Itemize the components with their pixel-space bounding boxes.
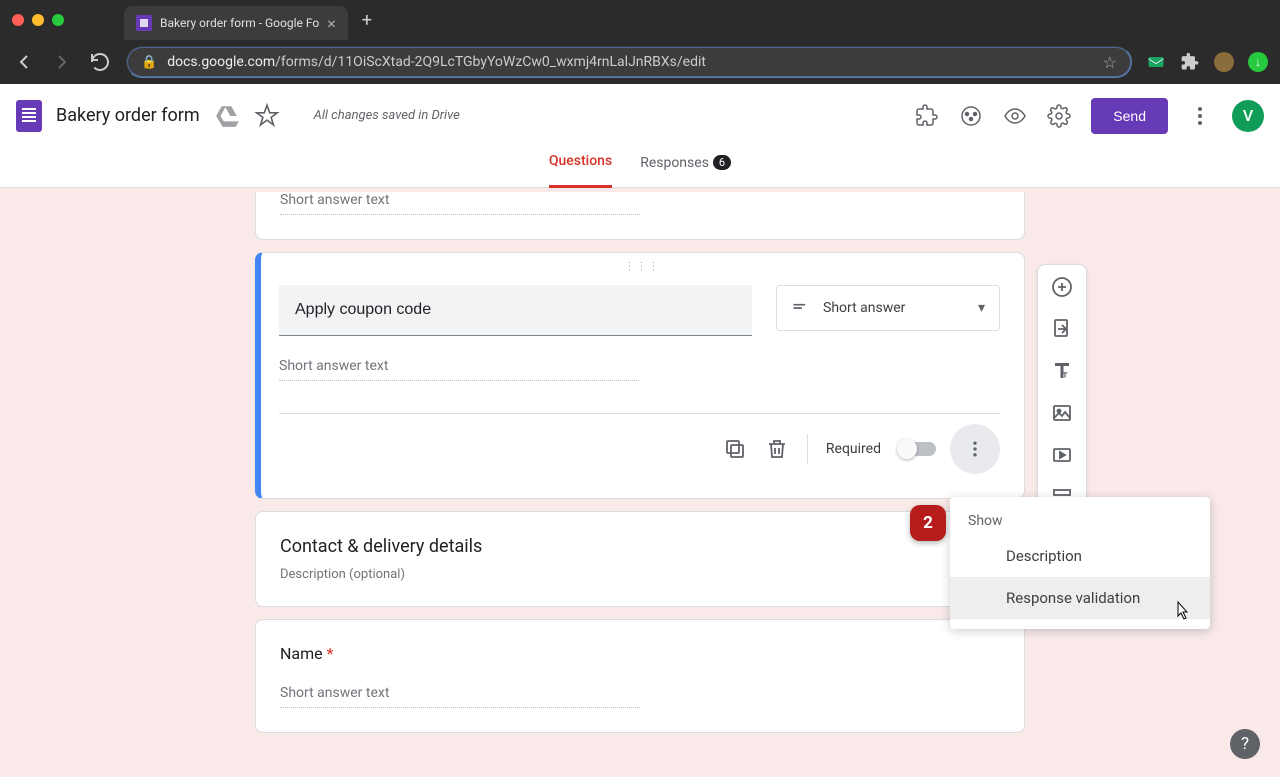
app-header: Bakery order form All changes saved in D… bbox=[0, 84, 1280, 148]
back-button[interactable] bbox=[12, 50, 36, 74]
tab-responses[interactable]: Responses 6 bbox=[640, 148, 731, 188]
bookmark-star-icon[interactable]: ☆ bbox=[1103, 53, 1117, 72]
short-answer-placeholder: Short answer text bbox=[280, 192, 640, 215]
tab-responses-label: Responses bbox=[640, 155, 709, 171]
minimize-window-icon[interactable] bbox=[32, 14, 44, 26]
question-card-active[interactable]: ⋮⋮⋮ Short answer ▾ Short answer text Req… bbox=[255, 252, 1025, 499]
import-questions-icon[interactable] bbox=[1050, 317, 1074, 341]
menu-item-response-validation[interactable]: Response validation bbox=[950, 577, 1210, 619]
cursor-icon bbox=[1173, 600, 1191, 627]
section-description[interactable]: Description (optional) bbox=[280, 567, 1000, 582]
settings-icon[interactable] bbox=[1047, 104, 1071, 128]
lock-icon: 🔒 bbox=[141, 55, 157, 70]
new-tab-button[interactable]: + bbox=[362, 10, 372, 31]
question-type-dropdown[interactable]: Short answer ▾ bbox=[776, 285, 1000, 331]
send-button[interactable]: Send bbox=[1091, 98, 1168, 134]
form-title[interactable]: Bakery order form bbox=[56, 105, 200, 126]
question-title-input[interactable] bbox=[279, 285, 752, 336]
question-label: Name* bbox=[280, 644, 1000, 663]
browser-tab[interactable]: Bakery order form - Google Fo × bbox=[124, 6, 348, 40]
tab-bar: Bakery order form - Google Fo × + bbox=[0, 0, 1280, 40]
question-options-menu: Show Description Response validation bbox=[950, 497, 1210, 629]
drag-handle-icon[interactable]: ⋮⋮⋮ bbox=[625, 261, 661, 272]
move-to-drive-icon[interactable] bbox=[214, 103, 240, 129]
delete-icon[interactable] bbox=[765, 437, 789, 461]
extension-icons: ↓ bbox=[1146, 52, 1268, 72]
browser-chrome: Bakery order form - Google Fo × + 🔒 docs… bbox=[0, 0, 1280, 84]
more-menu-icon[interactable] bbox=[1188, 104, 1212, 128]
required-toggle[interactable] bbox=[899, 442, 936, 456]
maximize-window-icon[interactable] bbox=[52, 14, 64, 26]
favicon-icon bbox=[136, 15, 152, 31]
required-label: Required bbox=[826, 441, 881, 457]
address-bar-row: 🔒 docs.google.com/forms/d/11OiScXtad-2Q9… bbox=[0, 40, 1280, 84]
download-extension-icon[interactable]: ↓ bbox=[1248, 52, 1268, 72]
save-status: All changes saved in Drive bbox=[314, 108, 460, 123]
help-button[interactable]: ? bbox=[1230, 729, 1260, 759]
menu-section-label: Show bbox=[950, 507, 1210, 535]
short-answer-placeholder: Short answer text bbox=[280, 685, 640, 708]
tab-title: Bakery order form - Google Fo bbox=[160, 16, 319, 30]
question-type-label: Short answer bbox=[823, 300, 905, 316]
question-more-button[interactable] bbox=[950, 424, 1000, 474]
profile-extension-icon[interactable] bbox=[1214, 52, 1234, 72]
close-tab-icon[interactable]: × bbox=[327, 14, 336, 33]
response-count-badge: 6 bbox=[713, 155, 731, 170]
address-bar[interactable]: 🔒 docs.google.com/forms/d/11OiScXtad-2Q9… bbox=[126, 46, 1132, 78]
reload-button[interactable] bbox=[88, 50, 112, 74]
menu-item-description[interactable]: Description bbox=[950, 535, 1210, 577]
question-card-previous[interactable]: Short answer text bbox=[255, 192, 1025, 240]
divider bbox=[807, 434, 808, 464]
mail-extension-icon[interactable] bbox=[1146, 52, 1166, 72]
duplicate-icon[interactable] bbox=[723, 437, 747, 461]
add-question-icon[interactable] bbox=[1050, 275, 1074, 299]
preview-icon[interactable] bbox=[1003, 104, 1027, 128]
add-title-icon[interactable] bbox=[1050, 359, 1074, 383]
annotation-badge: 2 bbox=[910, 505, 946, 541]
add-video-icon[interactable] bbox=[1050, 443, 1074, 467]
puzzle-extension-icon[interactable] bbox=[1180, 52, 1200, 72]
section-title[interactable]: Contact & delivery details bbox=[280, 536, 1000, 557]
url-text: docs.google.com/forms/d/11OiScXtad-2Q9Lc… bbox=[167, 54, 1092, 70]
add-image-icon[interactable] bbox=[1050, 401, 1074, 425]
dropdown-arrow-icon: ▾ bbox=[978, 300, 985, 316]
form-canvas: Short answer text ⋮⋮⋮ Short answer ▾ Sho… bbox=[0, 188, 1280, 745]
forward-button[interactable] bbox=[50, 50, 74, 74]
short-answer-placeholder: Short answer text bbox=[279, 358, 639, 381]
addons-icon[interactable] bbox=[915, 104, 939, 128]
account-avatar[interactable]: V bbox=[1232, 100, 1264, 132]
tab-questions[interactable]: Questions bbox=[549, 148, 612, 188]
question-card-name[interactable]: Name* Short answer text bbox=[255, 619, 1025, 733]
window-controls[interactable] bbox=[12, 14, 64, 26]
floating-toolbar bbox=[1037, 264, 1087, 520]
theme-icon[interactable] bbox=[959, 104, 983, 128]
close-window-icon[interactable] bbox=[12, 14, 24, 26]
forms-logo-icon[interactable] bbox=[16, 100, 42, 132]
form-tabs: Questions Responses 6 bbox=[0, 148, 1280, 188]
required-star-icon: * bbox=[327, 644, 334, 663]
star-icon[interactable] bbox=[254, 103, 280, 129]
